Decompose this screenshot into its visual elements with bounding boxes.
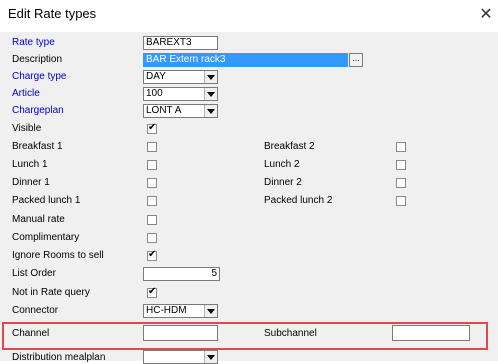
distribution-mealplan-label: Distribution mealplan: [12, 352, 106, 363]
complimentary-label: Complimentary: [12, 232, 80, 243]
connector-select[interactable]: HC-HDM: [143, 304, 218, 318]
list-order-label: List Order: [12, 268, 56, 279]
channel-field[interactable]: [143, 325, 218, 341]
close-icon[interactable]: ✕: [477, 4, 495, 24]
manual-rate-checkbox[interactable]: [147, 215, 157, 225]
title-bar: Edit Rate types ✕: [0, 0, 498, 32]
visible-label: Visible: [12, 123, 42, 134]
chevron-down-icon[interactable]: [204, 88, 217, 100]
ignore-rooms-label: Ignore Rooms to sell: [12, 250, 104, 261]
subchannel-field[interactable]: [392, 325, 470, 341]
breakfast2-label: Breakfast 2: [264, 141, 315, 152]
dinner1-label: Dinner 1: [12, 177, 50, 188]
breakfast1-checkbox[interactable]: [147, 142, 157, 152]
channel-label: Channel: [12, 328, 50, 339]
form-panel: Rate type BAREXT3 Description BAR Extern…: [0, 32, 498, 364]
packed-lunch2-checkbox[interactable]: [396, 196, 406, 206]
not-in-rate-query-checkbox[interactable]: ✔: [147, 286, 157, 298]
distribution-mealplan-select[interactable]: [143, 350, 218, 364]
not-in-rate-query-label: Not in Rate query: [12, 287, 90, 298]
breakfast1-label: Breakfast 1: [12, 141, 63, 152]
subchannel-label: Subchannel: [264, 328, 317, 339]
lunch2-checkbox[interactable]: [396, 160, 406, 170]
connector-label: Connector: [12, 305, 59, 316]
chargeplan-label[interactable]: Chargeplan: [12, 105, 64, 117]
breakfast2-checkbox[interactable]: [396, 142, 406, 152]
rate-type-field[interactable]: BAREXT3: [143, 36, 218, 50]
rate-type-label[interactable]: Rate type: [12, 37, 55, 49]
chevron-down-icon[interactable]: [204, 105, 217, 117]
charge-type-select[interactable]: DAY: [143, 70, 218, 84]
visible-checkbox[interactable]: ✔: [147, 122, 157, 134]
article-label[interactable]: Article: [12, 88, 40, 100]
article-value: 100: [146, 88, 163, 99]
article-select[interactable]: 100: [143, 87, 218, 101]
chargeplan-value: LONT A: [146, 105, 182, 116]
lunch1-label: Lunch 1: [12, 159, 48, 170]
dinner2-checkbox[interactable]: [396, 178, 406, 188]
chevron-down-icon[interactable]: [204, 305, 217, 317]
check-icon: ✔: [148, 249, 157, 260]
chevron-down-icon[interactable]: [204, 71, 217, 83]
packed-lunch1-checkbox[interactable]: [147, 196, 157, 206]
ignore-rooms-checkbox[interactable]: ✔: [147, 249, 157, 261]
list-order-field[interactable]: 5: [143, 267, 220, 281]
description-lookup-button[interactable]: ...: [349, 53, 363, 67]
manual-rate-label: Manual rate: [12, 214, 65, 225]
connector-value: HC-HDM: [146, 305, 187, 316]
dinner2-label: Dinner 2: [264, 177, 302, 188]
check-icon: ✔: [148, 122, 157, 133]
dinner1-checkbox[interactable]: [147, 178, 157, 188]
lunch1-checkbox[interactable]: [147, 160, 157, 170]
chevron-down-icon[interactable]: [204, 351, 217, 363]
description-field[interactable]: BAR Extern rack3: [143, 53, 348, 67]
description-label: Description: [12, 54, 63, 65]
charge-type-label[interactable]: Charge type: [12, 71, 66, 83]
charge-type-value: DAY: [146, 71, 166, 82]
packed-lunch1-label: Packed lunch 1: [12, 195, 81, 206]
window-title: Edit Rate types: [8, 6, 97, 21]
chargeplan-select[interactable]: LONT A: [143, 104, 218, 118]
packed-lunch2-label: Packed lunch 2: [264, 195, 333, 206]
check-icon: ✔: [148, 286, 157, 297]
complimentary-checkbox[interactable]: [147, 233, 157, 243]
lunch2-label: Lunch 2: [264, 159, 300, 170]
